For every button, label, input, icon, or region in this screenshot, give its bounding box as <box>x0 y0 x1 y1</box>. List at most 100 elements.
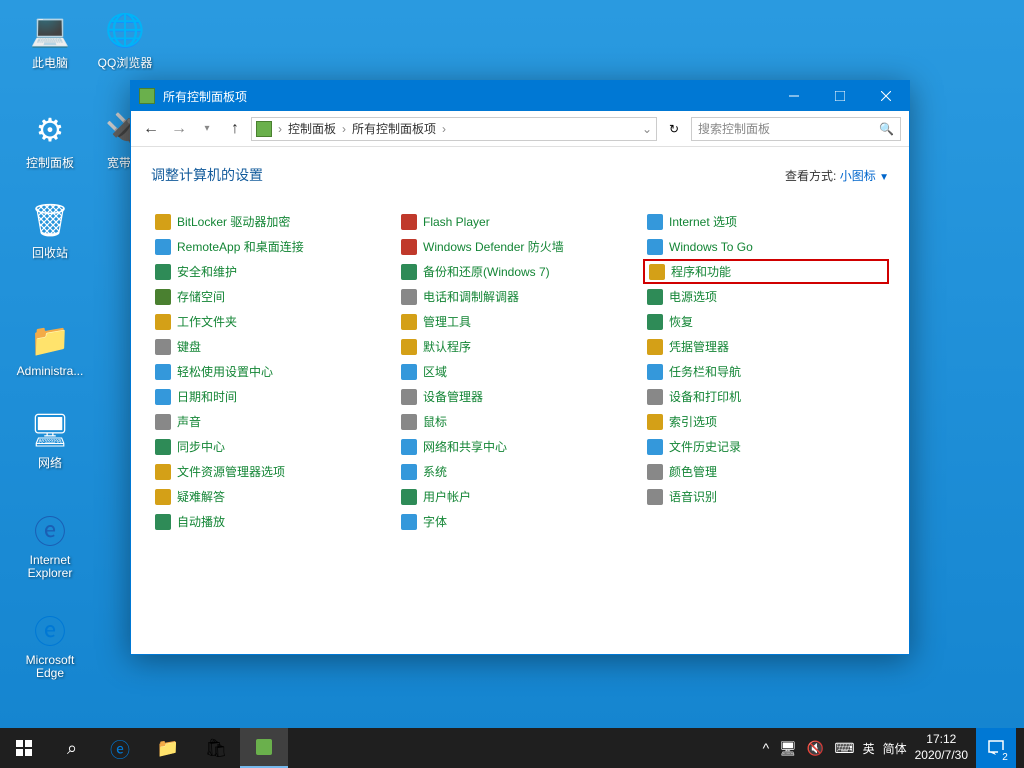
control-panel-item[interactable]: Windows Defender 防火墙 <box>397 234 643 259</box>
item-label: 恢复 <box>669 313 693 330</box>
control-panel-item[interactable]: 语音识别 <box>643 484 889 509</box>
recent-button[interactable]: ▾ <box>195 117 219 141</box>
item-label: 文件资源管理器选项 <box>177 463 285 480</box>
refresh-button[interactable]: ↻ <box>661 117 687 141</box>
control-panel-item[interactable]: 电话和调制解调器 <box>397 284 643 309</box>
taskbar-store[interactable]: 🛍 <box>192 728 240 768</box>
breadcrumb-item[interactable]: 所有控制面板项 <box>352 120 436 137</box>
control-panel-item[interactable]: Flash Player <box>397 209 643 234</box>
desktop[interactable]: 💻此电脑 🌐QQ浏览器 ⚙控制面板 🔌宽带连 🗑回收站 📁Administra.… <box>0 0 1024 728</box>
item-label: Windows To Go <box>669 240 753 254</box>
desktop-icon-control-panel[interactable]: ⚙控制面板 <box>15 110 85 171</box>
control-panel-item[interactable]: 安全和维护 <box>151 259 397 284</box>
control-panel-item[interactable]: 电源选项 <box>643 284 889 309</box>
item-icon <box>401 289 417 305</box>
item-icon <box>401 414 417 430</box>
ime-indicator[interactable]: 简体 <box>883 740 907 757</box>
control-panel-item[interactable]: 疑难解答 <box>151 484 397 509</box>
view-selector[interactable]: 查看方式: 小图标 ▼ <box>785 167 889 184</box>
ime-indicator[interactable]: 英 <box>863 740 875 757</box>
control-panel-item[interactable]: 任务栏和导航 <box>643 359 889 384</box>
control-panel-item[interactable]: 设备管理器 <box>397 384 643 409</box>
control-panel-item[interactable]: 凭据管理器 <box>643 334 889 359</box>
item-icon <box>401 364 417 380</box>
desktop-icon-qq-browser[interactable]: 🌐QQ浏览器 <box>90 10 160 71</box>
volume-icon[interactable]: 🔇 <box>807 740 824 757</box>
item-label: RemoteApp 和桌面连接 <box>177 238 304 255</box>
item-icon <box>401 264 417 280</box>
search-input[interactable]: 搜索控制面板 🔍 <box>691 117 901 141</box>
item-label: 文件历史记录 <box>669 438 741 455</box>
control-panel-item[interactable]: 索引选项 <box>643 409 889 434</box>
control-panel-item[interactable]: 工作文件夹 <box>151 309 397 334</box>
search-button[interactable]: ⌕ <box>48 728 96 768</box>
control-panel-item[interactable]: 键盘 <box>151 334 397 359</box>
up-button[interactable]: ↑ <box>223 117 247 141</box>
desktop-icon-administrator[interactable]: 📁Administra... <box>15 320 85 378</box>
item-label: 日期和时间 <box>177 388 237 405</box>
desktop-icon-this-pc[interactable]: 💻此电脑 <box>15 10 85 71</box>
control-panel-item[interactable]: 系统 <box>397 459 643 484</box>
item-icon <box>401 314 417 330</box>
control-panel-item[interactable]: 日期和时间 <box>151 384 397 409</box>
control-panel-item[interactable]: 自动播放 <box>151 509 397 534</box>
action-center-button[interactable]: 2 <box>976 728 1016 768</box>
content-area: 调整计算机的设置 查看方式: 小图标 ▼ BitLocker 驱动器加密Flas… <box>131 147 909 654</box>
control-panel-item[interactable]: RemoteApp 和桌面连接 <box>151 234 397 259</box>
clock[interactable]: 17:12 2020/7/30 <box>915 732 968 763</box>
tray-expand-icon[interactable]: ^ <box>763 740 770 756</box>
network-icon[interactable]: 🖥 <box>779 740 797 757</box>
item-label: 键盘 <box>177 338 201 355</box>
control-panel-item[interactable]: 文件历史记录 <box>643 434 889 459</box>
control-panel-item[interactable]: 默认程序 <box>397 334 643 359</box>
control-panel-item[interactable]: Windows To Go <box>643 234 889 259</box>
start-button[interactable] <box>0 728 48 768</box>
control-panel-item[interactable]: 管理工具 <box>397 309 643 334</box>
search-icon: 🔍 <box>879 122 894 136</box>
item-label: 用户帐户 <box>423 488 471 505</box>
control-panel-item[interactable]: 设备和打印机 <box>643 384 889 409</box>
taskbar-control-panel[interactable] <box>240 728 288 768</box>
address-dropdown-icon[interactable]: ⌄ <box>642 122 652 136</box>
control-panel-item[interactable]: 程序和功能 <box>643 259 889 284</box>
control-panel-item[interactable]: 字体 <box>397 509 643 534</box>
control-panel-item[interactable]: 声音 <box>151 409 397 434</box>
control-panel-item[interactable]: 同步中心 <box>151 434 397 459</box>
taskbar-edge[interactable]: ⓔ <box>96 728 144 768</box>
control-panel-item[interactable]: 网络和共享中心 <box>397 434 643 459</box>
control-panel-item[interactable]: 区域 <box>397 359 643 384</box>
control-panel-item[interactable]: Internet 选项 <box>643 209 889 234</box>
desktop-icon-edge[interactable]: ⓔMicrosoft Edge <box>15 610 85 680</box>
minimize-button[interactable] <box>771 81 817 111</box>
ie-icon: ⓔ <box>30 510 70 550</box>
control-panel-item[interactable]: 文件资源管理器选项 <box>151 459 397 484</box>
control-panel-item[interactable]: 鼠标 <box>397 409 643 434</box>
item-label: 颜色管理 <box>669 463 717 480</box>
desktop-icon-network[interactable]: 🖥网络 <box>15 410 85 471</box>
item-icon <box>647 214 663 230</box>
control-panel-item[interactable]: BitLocker 驱动器加密 <box>151 209 397 234</box>
maximize-button[interactable] <box>817 81 863 111</box>
item-icon <box>401 214 417 230</box>
browser-icon: 🌐 <box>105 10 145 50</box>
desktop-icon-recycle-bin[interactable]: 🗑回收站 <box>15 200 85 261</box>
close-button[interactable] <box>863 81 909 111</box>
keyboard-icon[interactable]: ⌨ <box>834 740 854 757</box>
item-icon <box>155 489 171 505</box>
titlebar[interactable]: 所有控制面板项 <box>131 81 909 111</box>
forward-button[interactable]: → <box>167 117 191 141</box>
control-panel-item[interactable]: 颜色管理 <box>643 459 889 484</box>
back-button[interactable]: ← <box>139 117 163 141</box>
control-panel-item[interactable]: 用户帐户 <box>397 484 643 509</box>
item-icon <box>647 364 663 380</box>
control-panel-item[interactable]: 轻松使用设置中心 <box>151 359 397 384</box>
control-panel-item[interactable]: 存储空间 <box>151 284 397 309</box>
control-panel-item[interactable]: 备份和还原(Windows 7) <box>397 259 643 284</box>
taskbar-explorer[interactable]: 📁 <box>144 728 192 768</box>
address-bar[interactable]: › 控制面板 › 所有控制面板项 › ⌄ <box>251 117 657 141</box>
desktop-icon-ie[interactable]: ⓔInternet Explorer <box>15 510 85 580</box>
breadcrumb-item[interactable]: 控制面板 <box>288 120 336 137</box>
control-panel-item[interactable]: 恢复 <box>643 309 889 334</box>
page-title: 调整计算机的设置 <box>151 165 263 185</box>
item-label: 默认程序 <box>423 338 471 355</box>
